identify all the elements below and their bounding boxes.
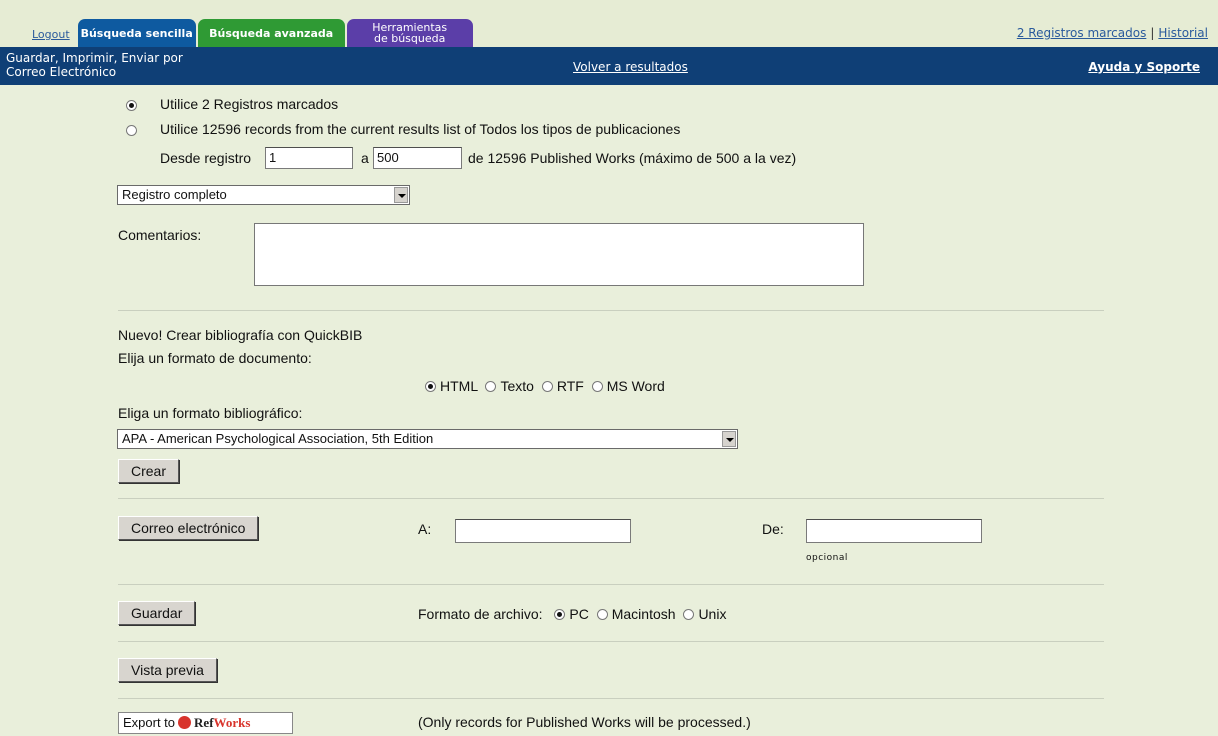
comments-textarea[interactable]: [254, 223, 864, 286]
radio-result-range[interactable]: [126, 125, 137, 136]
refworks-logo-text-ref: Ref: [194, 715, 214, 730]
doc-format-options: HTML Texto RTF MS Word: [425, 378, 665, 394]
export-note: (Only records for Published Works will b…: [418, 714, 751, 730]
bib-format-value: APA - American Psychological Association…: [122, 431, 434, 446]
link-separator: |: [1150, 26, 1155, 40]
email-from-label: De:: [762, 521, 784, 537]
record-format-value: Registro completo: [122, 187, 227, 202]
divider: [118, 584, 1104, 585]
top-right-links: 2 Registros marcados | Historial: [1017, 26, 1208, 40]
page-header-bar: Guardar, Imprimir, Enviar por Correo Ele…: [0, 47, 1218, 85]
marked-records-link[interactable]: 2 Registros marcados: [1017, 26, 1147, 40]
top-tab-bar: Logout Búsqueda sencilla Búsqueda avanza…: [0, 0, 1218, 47]
create-bibliography-button[interactable]: Crear: [118, 459, 180, 483]
doc-format-label: Elija un formato de documento:: [118, 350, 312, 366]
file-format-unix: Unix: [698, 606, 727, 622]
logout-link[interactable]: Logout: [6, 28, 78, 47]
file-format-label: Formato de archivo:: [418, 606, 543, 622]
doc-format-html: HTML: [440, 378, 478, 394]
record-format-select[interactable]: Registro completo: [117, 185, 410, 205]
export-refworks-button[interactable]: Export to RefWorks: [118, 712, 293, 734]
radio-format-mac[interactable]: [596, 608, 608, 620]
refworks-logo-icon: [178, 716, 192, 730]
refworks-logo-text-works: Works: [213, 715, 251, 730]
radio-doc-msword[interactable]: [591, 380, 603, 392]
history-link[interactable]: Historial: [1158, 26, 1208, 40]
email-button[interactable]: Correo electrónico: [118, 516, 259, 540]
chevron-down-icon: [722, 431, 736, 447]
from-record-label: Desde registro: [160, 150, 252, 166]
range-note: de 12596 Published Works (máximo de 500 …: [468, 150, 797, 166]
doc-format-text: Texto: [500, 378, 534, 394]
to-record-input[interactable]: 500: [373, 147, 462, 169]
file-format-mac: Macintosh: [611, 606, 676, 622]
page-title-line1: Guardar, Imprimir, Enviar por: [6, 51, 183, 65]
doc-format-msword: MS Word: [606, 378, 665, 394]
divider: [118, 310, 1104, 311]
doc-format-rtf: RTF: [556, 378, 584, 394]
tab-advanced-search[interactable]: Búsqueda avanzada: [197, 19, 345, 47]
divider: [118, 641, 1104, 642]
radio-doc-html[interactable]: [425, 380, 436, 392]
email-to-input[interactable]: [455, 519, 631, 543]
radio-doc-text[interactable]: [485, 380, 497, 392]
back-to-results-link[interactable]: Volver a resultados: [573, 60, 688, 74]
to-record-label: a: [361, 150, 369, 166]
comments-label: Comentarios:: [118, 227, 202, 243]
radio-marked-records[interactable]: [126, 100, 137, 111]
search-tabs: Logout Búsqueda sencilla Búsqueda avanza…: [6, 13, 475, 47]
tab-search-tools[interactable]: Herramientas de búsqueda: [346, 19, 473, 47]
label-marked-records: Utilice 2 Registros marcados: [160, 96, 339, 112]
email-from-input[interactable]: [806, 519, 982, 543]
chevron-down-icon: [394, 187, 408, 203]
email-from-optional-hint: opcional: [806, 553, 848, 563]
divider: [118, 498, 1104, 499]
help-support-link[interactable]: Ayuda y Soporte: [1088, 60, 1200, 74]
preview-button[interactable]: Vista previa: [118, 658, 217, 682]
from-record-input[interactable]: 1: [265, 147, 353, 169]
radio-format-pc[interactable]: [554, 608, 566, 620]
file-format-options: Formato de archivo: PC Macintosh Unix: [418, 606, 726, 622]
export-refworks-prefix: Export to: [123, 715, 176, 730]
label-result-range: Utilice 12596 records from the current r…: [160, 121, 681, 137]
quickbib-heading: Nuevo! Crear bibliografía con QuickBIB: [118, 327, 363, 343]
divider: [118, 698, 1104, 699]
bib-format-label: Eliga un formato bibliográfico:: [118, 405, 303, 421]
email-to-label: A:: [418, 521, 432, 537]
radio-doc-rtf[interactable]: [541, 380, 553, 392]
radio-format-unix[interactable]: [683, 608, 695, 620]
tab-basic-search[interactable]: Búsqueda sencilla: [77, 19, 196, 47]
file-format-pc: PC: [569, 606, 589, 622]
page-title: Guardar, Imprimir, Enviar por Correo Ele…: [6, 51, 256, 79]
save-button[interactable]: Guardar: [118, 601, 196, 625]
bib-format-select[interactable]: APA - American Psychological Association…: [117, 429, 738, 449]
tab-search-tools-line2: de búsqueda: [373, 32, 446, 45]
page-title-line2: Correo Electrónico: [6, 65, 117, 79]
